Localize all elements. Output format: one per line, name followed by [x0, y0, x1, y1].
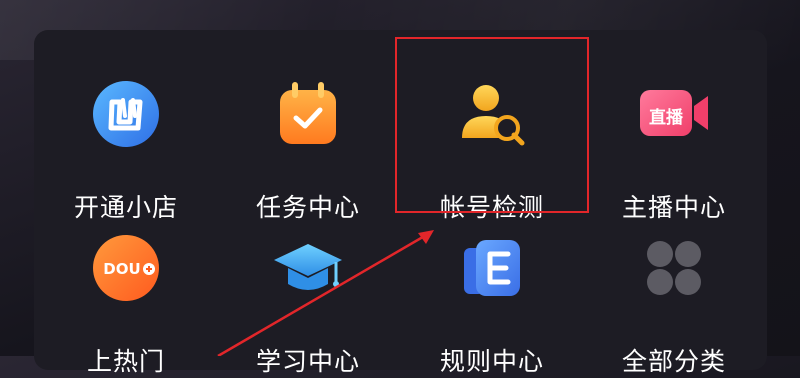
dou-plus-icon: DOU [90, 232, 162, 304]
all-categories-icon [638, 232, 710, 304]
graduation-cap-icon [272, 232, 344, 304]
menu-item-label: 全部分类 [621, 347, 726, 376]
live-badge-text: 直播 [649, 107, 684, 128]
menu-item-go-trending[interactable]: DOU 上热门 [36, 184, 216, 376]
highlight-box [395, 37, 589, 213]
task-calendar-icon [272, 78, 344, 150]
menu-item-open-store[interactable]: 开通小店 [36, 30, 216, 222]
menu-item-label: 规则中心 [439, 347, 544, 376]
menu-item-label: 学习中心 [255, 347, 360, 376]
dou-badge-text: DOU [103, 260, 140, 278]
rules-book-icon [456, 232, 528, 304]
store-icon [90, 78, 162, 150]
menu-item-anchor-center[interactable]: 直播 主播中心 [584, 30, 764, 222]
live-camera-icon: 直播 [638, 78, 710, 150]
menu-item-label: 上热门 [86, 347, 165, 376]
menu-item-learning-center[interactable]: 学习中心 [218, 184, 398, 376]
menu-item-task-center[interactable]: 任务中心 [218, 30, 398, 222]
menu-item-all-categories[interactable]: 全部分类 [584, 184, 764, 376]
